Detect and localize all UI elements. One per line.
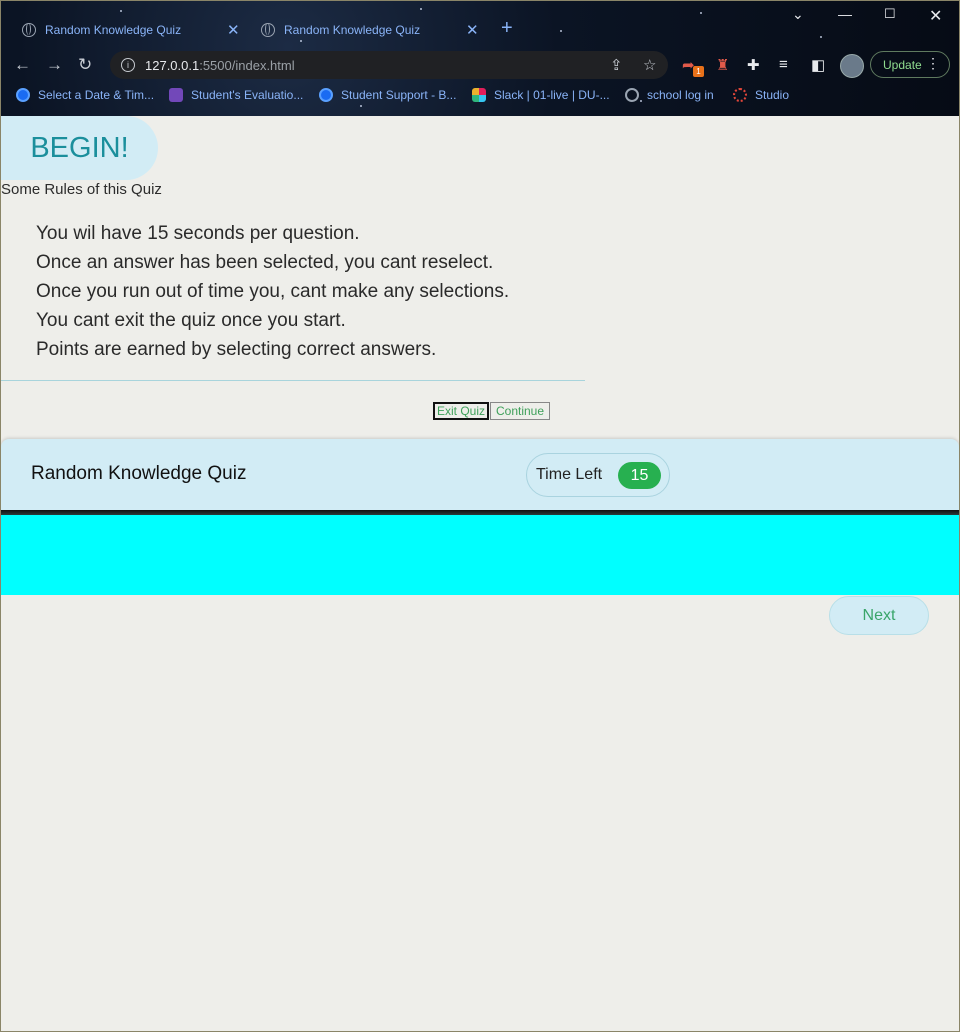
exit-quiz-button[interactable]: Exit Quiz: [433, 402, 489, 420]
bookmark-label: Student Support - B...: [341, 88, 457, 102]
bookmark-item[interactable]: school log in: [625, 88, 714, 102]
tab-1-title: Random Knowledge Quiz: [45, 23, 182, 37]
globe-icon: [261, 23, 275, 37]
rule-item: You wil have 15 seconds per question.: [36, 223, 360, 244]
begin-button[interactable]: BEGIN!: [1, 116, 158, 180]
bookmark-label: Select a Date & Tim...: [38, 88, 155, 102]
quiz-header: Random Knowledge Quiz Time Left 15: [1, 439, 959, 511]
next-button[interactable]: Next: [829, 596, 929, 635]
update-label: Update: [883, 57, 922, 72]
rules-list: You wil have 15 seconds per question. On…: [36, 219, 509, 364]
lighthouse-icon[interactable]: ♜: [716, 56, 729, 74]
rule-item: Once an answer has been selected, you ca…: [36, 252, 494, 273]
quiz-title: Random Knowledge Quiz: [31, 463, 247, 484]
bookmark-label: Student's Evaluatio...: [191, 88, 304, 102]
bookmark-item[interactable]: Studio: [733, 88, 789, 102]
timer: Time Left 15: [526, 453, 670, 497]
menu-icon[interactable]: ⋮: [926, 55, 940, 72]
bookmark-label: school log in: [647, 88, 714, 102]
avatar[interactable]: [840, 54, 864, 78]
bookmark-item[interactable]: Student's Evaluatio...: [169, 88, 303, 102]
close-icon[interactable]: ✕: [466, 21, 479, 39]
chevron-down-icon[interactable]: ⌄: [792, 6, 804, 23]
calendly-icon: [319, 88, 333, 102]
maximize-icon[interactable]: ☐: [884, 6, 896, 22]
bookmark-label: Slack | 01-live | DU-...: [494, 88, 610, 102]
back-icon[interactable]: ←: [14, 55, 31, 75]
url-path: :5500/index.html: [199, 57, 295, 73]
tab-2[interactable]: Random Knowledge Quiz ✕: [261, 14, 481, 46]
forward-icon[interactable]: →: [46, 55, 63, 75]
timer-label: Time Left: [536, 466, 603, 483]
site-info-icon[interactable]: i: [121, 58, 135, 72]
question-area: [1, 515, 959, 595]
share-icon[interactable]: ⇪: [610, 56, 623, 74]
globe-icon: [625, 88, 639, 102]
media-icon[interactable]: ≡: [779, 56, 788, 73]
slack-icon: [472, 88, 486, 102]
continue-button[interactable]: Continue: [490, 402, 550, 420]
tab-1[interactable]: Random Knowledge Quiz ✕: [22, 14, 242, 46]
tab-2-title: Random Knowledge Quiz: [284, 23, 421, 37]
form-icon: [169, 88, 183, 102]
side-panel-icon[interactable]: ◧: [811, 56, 825, 74]
puzzle-icon[interactable]: ✚: [747, 56, 760, 74]
update-button[interactable]: Update ⋮: [870, 51, 950, 78]
address-bar[interactable]: i 127.0.0.1:5500/index.html ⇪ ☆: [110, 51, 668, 79]
browser-chrome: Random Knowledge Quiz ✕ Random Knowledge…: [0, 0, 960, 116]
extension-badge: 1: [693, 66, 704, 77]
bookmark-item[interactable]: Student Support - B...: [319, 88, 456, 102]
divider: [1, 380, 585, 381]
new-tab-icon[interactable]: +: [501, 17, 513, 40]
rules-title: Some Rules of this Quiz: [1, 181, 162, 198]
calendly-icon: [16, 88, 30, 102]
rule-item: You cant exit the quiz once you start.: [36, 310, 346, 331]
bookmark-item[interactable]: Slack | 01-live | DU-...: [472, 88, 610, 102]
url-host: 127.0.0.1: [145, 57, 200, 73]
rule-item: Points are earned by selecting correct a…: [36, 339, 437, 360]
globe-icon: [22, 23, 36, 37]
close-icon[interactable]: ✕: [227, 21, 240, 39]
bookmark-label: Studio: [755, 88, 790, 102]
rule-item: Once you run out of time you, cant make …: [36, 281, 510, 302]
studio-icon: [733, 88, 747, 102]
minimize-icon[interactable]: —: [838, 6, 852, 22]
close-window-icon[interactable]: ✕: [929, 6, 942, 26]
star-icon[interactable]: ☆: [643, 56, 656, 74]
bookmark-item[interactable]: Select a Date & Tim...: [16, 88, 154, 102]
timer-count: 15: [618, 462, 661, 489]
reload-icon[interactable]: ↻: [78, 55, 92, 75]
